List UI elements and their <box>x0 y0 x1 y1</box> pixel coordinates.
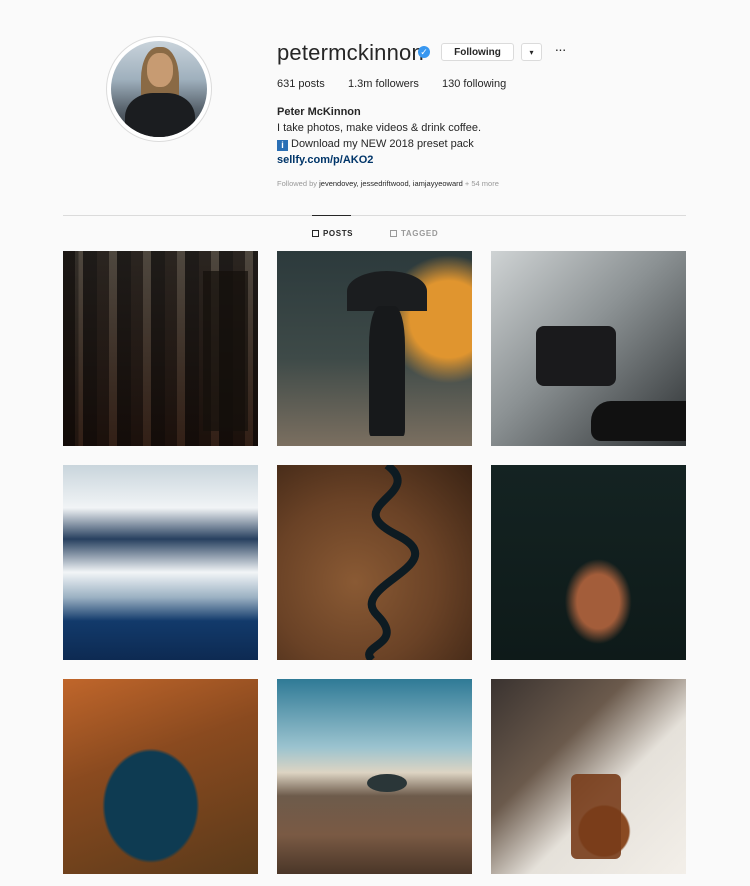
river-shape <box>365 465 420 660</box>
grid-icon <box>312 230 319 237</box>
followed-by-names[interactable]: jevendovey, jessedriftwood, iamjayyeowar… <box>319 179 463 188</box>
tab-posts-label: POSTS <box>323 229 354 238</box>
info-icon: i <box>277 140 288 151</box>
umbrella-shape <box>347 271 427 311</box>
mug-shape <box>571 774 621 859</box>
more-options-icon[interactable]: ··· <box>551 42 569 60</box>
verified-badge-icon: ✓ <box>418 46 430 58</box>
avatar-coat <box>125 93 195 137</box>
post-thumbnail[interactable] <box>63 465 258 660</box>
camera-shape <box>536 326 616 386</box>
avatar <box>111 41 207 137</box>
avatar-ring[interactable] <box>106 36 212 142</box>
followers-link[interactable]: 1.3m followers <box>348 78 419 90</box>
active-tab-indicator <box>312 215 351 216</box>
shoe-shape <box>591 401 686 441</box>
chevron-down-icon[interactable]: ▾ <box>521 43 542 61</box>
posts-count: 631 posts <box>277 78 325 90</box>
helicopter-shape <box>367 774 407 792</box>
profile-website-link[interactable]: sellfy.com/p/AKO2 <box>277 154 373 166</box>
profile-full-name: Peter McKinnon <box>277 106 361 118</box>
post-thumbnail[interactable] <box>63 679 258 874</box>
tab-tagged[interactable]: TAGGED <box>390 229 438 238</box>
post-thumbnail[interactable] <box>491 679 686 874</box>
profile-promo: i Download my NEW 2018 preset pack <box>277 138 474 151</box>
tag-icon <box>390 230 397 237</box>
avatar-face <box>147 53 173 87</box>
promo-text: Download my NEW 2018 preset pack <box>291 138 474 150</box>
followed-by-more[interactable]: + 54 more <box>465 179 499 188</box>
post-thumbnail[interactable] <box>277 679 472 874</box>
tab-posts[interactable]: POSTS <box>312 229 353 238</box>
tab-tagged-label: TAGGED <box>401 229 439 238</box>
profile-bio: I take photos, make videos & drink coffe… <box>277 122 482 134</box>
post-thumbnail[interactable] <box>63 251 258 446</box>
post-thumbnail[interactable] <box>277 465 472 660</box>
post-thumbnail[interactable] <box>491 465 686 660</box>
post-thumbnail[interactable] <box>491 251 686 446</box>
following-button[interactable]: Following <box>441 43 514 61</box>
following-link[interactable]: 130 following <box>442 78 506 90</box>
followed-by[interactable]: Followed by jevendovey, jessedriftwood, … <box>277 179 499 188</box>
fire-escape-shape <box>203 271 248 431</box>
post-thumbnail[interactable] <box>277 251 472 446</box>
tabs-divider <box>63 215 686 216</box>
profile-username: petermckinnon <box>277 40 424 65</box>
followed-by-prefix: Followed by <box>277 179 318 188</box>
person-shape <box>369 306 405 436</box>
